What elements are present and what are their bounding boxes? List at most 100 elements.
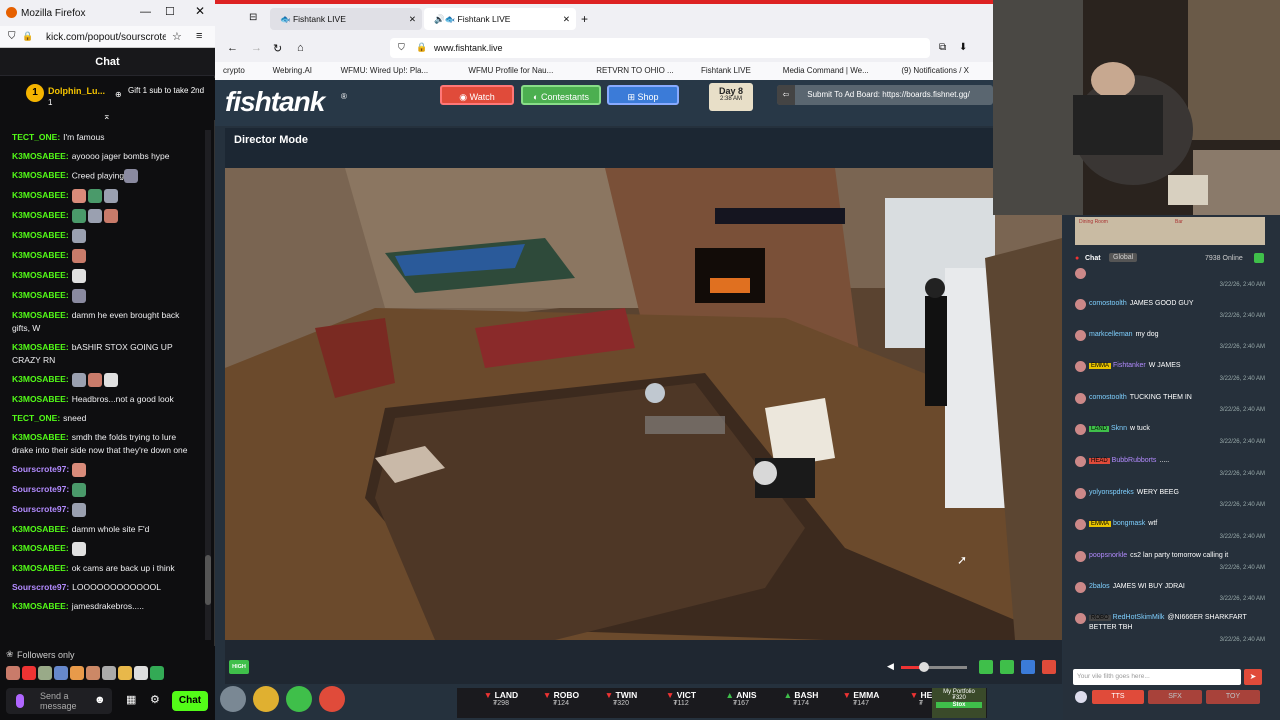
ticker-item[interactable]: ▼ LAND ₮298 (473, 690, 529, 707)
pip-icon[interactable] (979, 660, 993, 674)
cast-icon[interactable] (1000, 660, 1014, 674)
chat-username[interactable]: Sourscrote97: (12, 464, 69, 474)
toy-button[interactable]: TOY (1206, 690, 1260, 704)
ad-board-banner[interactable]: ⇦ Submit To Ad Board: https://boards.fis… (777, 85, 993, 105)
settings-round-icon[interactable] (220, 686, 246, 712)
live-camera-video[interactable]: ➚ (225, 168, 1062, 640)
chat-username[interactable]: K3MOSABEE: (12, 394, 69, 404)
chat-username[interactable]: K3MOSABEE: (12, 543, 69, 553)
emoji-icon[interactable]: ☻ (94, 694, 106, 706)
avatar[interactable] (1075, 582, 1086, 593)
house-map[interactable]: Dining Room Bar (1075, 217, 1265, 245)
tab-close-icon[interactable]: ✕ (563, 8, 570, 30)
fishtank-username[interactable]: yolyonspdreks (1089, 489, 1134, 496)
new-tab-icon[interactable]: + (581, 12, 588, 26)
bookmark-item[interactable]: (9) Notifications / X (901, 66, 969, 75)
tab-global[interactable]: Global (1109, 253, 1138, 262)
fishtank-username[interactable]: RedHotSkimMilk (1113, 614, 1165, 621)
fishtank-username[interactable]: bongmask (1113, 520, 1145, 527)
expand-icon[interactable] (1254, 253, 1264, 263)
chat-username[interactable]: K3MOSABEE: (12, 190, 69, 200)
fishtank-logo[interactable]: fishtank (225, 86, 325, 118)
record-icon[interactable] (1042, 660, 1056, 674)
fishtank-username[interactable]: comostoolth (1089, 394, 1127, 401)
avatar[interactable] (1075, 299, 1086, 310)
ticker-item[interactable]: ▼ EMMA ₮147 (833, 690, 889, 707)
map-room-dining[interactable]: Dining Room (1079, 219, 1108, 225)
download-icon[interactable]: ⬇ (959, 42, 967, 53)
chat-username[interactable]: TECT_ONE: (12, 413, 60, 423)
arrow-left-icon[interactable]: ⇦ (777, 85, 795, 105)
minimize-icon[interactable]: — (140, 6, 151, 18)
volume-icon[interactable]: ◀ (887, 661, 894, 672)
coins-round-icon[interactable] (253, 686, 279, 712)
message-input[interactable]: Send a message ☻ (6, 688, 112, 714)
chat-username[interactable]: K3MOSABEE: (12, 250, 69, 260)
gift-box-icon[interactable]: ▦ (126, 693, 136, 706)
volume-slider[interactable] (901, 662, 967, 672)
fishtank-username[interactable]: BubbRubborts (1112, 457, 1157, 464)
reload-icon[interactable]: ↻ (273, 42, 282, 55)
shop-button[interactable]: ⊞ Shop (607, 85, 679, 105)
close-icon[interactable]: ✕ (195, 4, 205, 18)
bookmark-item[interactable]: WFMU: Wired Up!: Pla... (341, 66, 429, 75)
chat-username[interactable]: K3MOSABEE: (12, 290, 69, 300)
avatar[interactable] (1075, 613, 1086, 624)
map-room-bar[interactable]: Bar (1175, 219, 1183, 225)
alerts-round-icon[interactable] (319, 686, 345, 712)
screenshot-icon[interactable]: ⧉ (939, 42, 946, 53)
bookmark-item[interactable]: Media Command | We... (783, 66, 869, 75)
chat-username[interactable]: TECT_ONE: (12, 132, 60, 142)
tab-close-icon[interactable]: ✕ (409, 8, 416, 30)
tab-fishtank-2[interactable]: 🔊🐟 Fishtank LIVE ✕ (424, 8, 576, 30)
chat-send-button[interactable]: Chat (172, 691, 208, 711)
tab-list-icon[interactable]: ⊟ (249, 12, 257, 23)
chat-username[interactable]: K3MOSABEE: (12, 601, 69, 611)
back-icon[interactable]: ← (227, 42, 238, 54)
fishtank-username[interactable]: 2balos (1089, 583, 1110, 590)
send-icon[interactable]: ➤ (1244, 669, 1262, 685)
chat-username[interactable]: K3MOSABEE: (12, 524, 69, 534)
fishtank-username[interactable]: poopsnorkle (1089, 552, 1127, 559)
bookmark-item[interactable]: crypto (223, 66, 245, 75)
fishtank-chat-input[interactable]: Your vile filth goes here... (1073, 669, 1241, 685)
chat-username[interactable]: Sourscrote97: (12, 504, 69, 514)
tracking-shield-icon[interactable]: ⛉ (8, 31, 16, 42)
fishtank-username[interactable]: Fishtanker (1113, 362, 1146, 369)
maximize-icon[interactable]: ☐ (165, 5, 175, 18)
portfolio-box[interactable]: My Portfolio ₮320 Stox (932, 688, 986, 718)
chat-username[interactable]: K3MOSABEE: (12, 563, 69, 573)
forward-icon[interactable]: → (251, 42, 262, 54)
sfx-button[interactable]: SFX (1148, 690, 1202, 704)
fishtank-username[interactable]: comostoolth (1089, 300, 1127, 307)
avatar[interactable] (1075, 488, 1086, 499)
chat-username[interactable]: K3MOSABEE: (12, 342, 69, 352)
shield-icon[interactable]: ⛉ (398, 42, 405, 53)
chat-username[interactable]: Sourscrote97: (12, 484, 69, 494)
ticker-item[interactable]: ▼ VICT ₮112 (653, 690, 709, 707)
bookmark-item[interactable]: Fishtank LIVE (701, 66, 751, 75)
avatar[interactable] (1075, 393, 1086, 404)
items-round-icon[interactable] (286, 686, 312, 712)
chat-username[interactable]: K3MOSABEE: (12, 210, 69, 220)
menu-icon[interactable]: ≡ (196, 30, 202, 42)
stox-button[interactable]: Stox (936, 702, 982, 708)
bookmark-star-icon[interactable]: ☆ (172, 30, 182, 43)
avatar[interactable] (1075, 424, 1086, 435)
chat-username[interactable]: K3MOSABEE: (12, 374, 69, 384)
bookmark-item[interactable]: RETVRN TO OHIO ... (596, 66, 674, 75)
address-bar[interactable]: ⛉ 🔒 www.fishtank.live (390, 38, 930, 58)
bookmark-item[interactable]: Webring.AI (273, 66, 312, 75)
address-url[interactable]: www.fishtank.live (434, 43, 503, 53)
settings-gear-icon[interactable]: ⚙ (150, 693, 160, 706)
ticker-item[interactable]: ▲ BASH ₮174 (773, 690, 829, 707)
home-icon[interactable]: ⌂ (297, 42, 304, 54)
user-settings-icon[interactable] (1075, 691, 1087, 703)
tab-chat[interactable]: Chat (1085, 255, 1101, 262)
chat-scrollbar[interactable] (205, 130, 211, 640)
collapse-icon[interactable]: ⌅ (103, 111, 111, 122)
chat-username[interactable]: Sourscrote97: (12, 582, 69, 592)
avatar[interactable] (1075, 268, 1086, 279)
bookmark-item[interactable]: WFMU Profile for Nau... (468, 66, 553, 75)
tts-button[interactable]: TTS (1092, 690, 1144, 704)
